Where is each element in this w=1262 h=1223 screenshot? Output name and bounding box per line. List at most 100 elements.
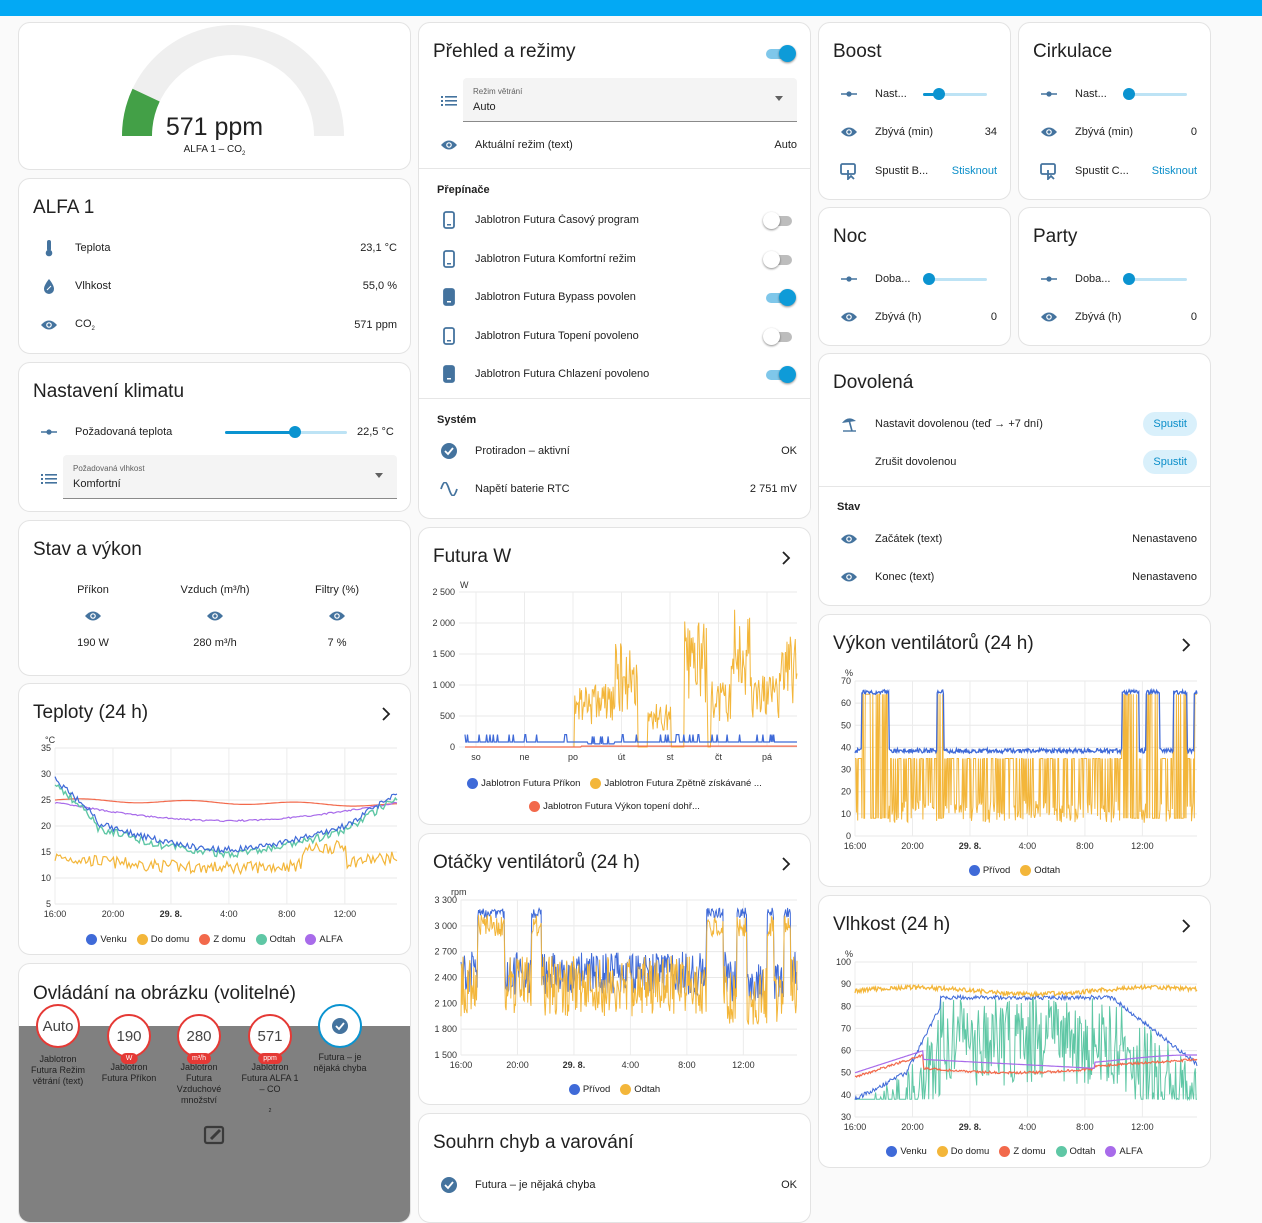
chevron-right-icon[interactable]	[1178, 637, 1194, 653]
legend-item[interactable]: Do domu	[136, 934, 189, 945]
legend-item[interactable]: Přívod	[968, 865, 1010, 876]
night-set-row[interactable]: Doba...	[819, 260, 1010, 298]
vacation-cancel-row[interactable]: Zrušit dovolenou Spustit	[819, 443, 1210, 481]
switch-row[interactable]: Jablotron Futura Topení povoleno	[419, 317, 810, 355]
vacation-start-row[interactable]: Začátek (text) Nenastaveno	[819, 520, 1210, 558]
chevron-right-icon[interactable]	[778, 856, 794, 872]
boost-remain-row[interactable]: Zbývá (min) 34	[819, 113, 1010, 151]
target-temp-row[interactable]: Požadovaná teplota 22,5 °C	[19, 413, 410, 451]
picture-elements-card: Ovládání na obrázku (volitelné) Auto Jabl…	[18, 963, 411, 1223]
ventilation-mode-select[interactable]: Režim větrání Auto	[463, 78, 797, 122]
x-tick-label: so	[471, 752, 481, 762]
divider	[419, 398, 810, 399]
legend-item[interactable]: Jablotron Futura Příkon	[467, 778, 580, 789]
circulation-set-row[interactable]: Nast...	[1019, 75, 1210, 113]
x-tick-label: út	[618, 752, 626, 762]
legend-item[interactable]: Do domu	[936, 1146, 989, 1157]
legend-item[interactable]: ALFA	[305, 934, 343, 945]
legend-item[interactable]: Odtah	[255, 934, 295, 945]
rtc-battery-row[interactable]: Napětí baterie RTC 2 751 mV	[419, 470, 810, 508]
party-remain-row[interactable]: Zbývá (h) 0	[1019, 298, 1210, 336]
state-badge[interactable]: Futura – je nějaká chyba	[304, 1004, 376, 1074]
series-prikon	[464, 734, 797, 745]
party-slider[interactable]	[1123, 269, 1187, 289]
chevron-right-icon[interactable]	[378, 706, 394, 722]
circulation-remain-row[interactable]: Zbývá (min) 0	[1019, 113, 1210, 151]
switch-toggle[interactable]	[763, 327, 794, 345]
co2-gauge-card[interactable]: 571 ppm ALFA 1 – CO2	[18, 22, 411, 170]
switch-row[interactable]: Jablotron Futura Časový program	[419, 201, 810, 239]
chevron-right-icon[interactable]	[778, 550, 794, 566]
y-tick-label: 20	[41, 821, 51, 831]
legend-item[interactable]: Venku	[886, 1146, 927, 1157]
circulation-slider[interactable]	[1123, 84, 1187, 104]
y-tick-label: 1 500	[432, 649, 455, 659]
switch-toggle[interactable]	[764, 366, 796, 383]
night-remain-row[interactable]: Zbývá (h) 0	[819, 298, 1010, 336]
legend-item[interactable]: Odtah	[1055, 1146, 1095, 1157]
vacation-end-row[interactable]: Konec (text) Nenastaveno	[819, 558, 1210, 596]
boost-set-row[interactable]: Nast...	[819, 75, 1010, 113]
futura-w-chart-card[interactable]: Futura W 2 500 2 000 1 500 1 000 500 0 so ne po ú…	[418, 527, 811, 825]
legend-item[interactable]: Z domu	[999, 1146, 1046, 1157]
card-title: Nastavení klimatu	[33, 381, 185, 402]
x-tick-label: 16:00	[844, 841, 867, 851]
switch-row[interactable]: Jablotron Futura Chlazení povoleno	[419, 355, 810, 393]
switch-toggle[interactable]	[764, 289, 796, 306]
eye-icon	[837, 527, 861, 551]
temperature-chart: 353025201510516:00 20:00 29. 8. 4:00 8:00 12:…	[41, 736, 398, 919]
y-tick-label: 2 700	[434, 947, 457, 957]
stat-filters[interactable]: Filtry (%) 7 %	[282, 584, 392, 649]
alfa1-humidity-row[interactable]: Vlhkost 55,0 %	[19, 267, 410, 305]
legend-item[interactable]: Z domu	[199, 934, 246, 945]
radon-row[interactable]: Protiradon – aktivní OK	[419, 432, 810, 470]
edit-icon[interactable]	[203, 1124, 227, 1148]
target-humidity-select[interactable]: Požadovaná vlhkost Komfortní	[63, 455, 397, 499]
chevron-right-icon[interactable]	[1178, 918, 1194, 934]
error-row[interactable]: Futura – je nějaká chyba OK	[419, 1166, 810, 1204]
unit-label: %	[845, 949, 853, 959]
vacation-cancel-button[interactable]: Spustit	[1143, 450, 1197, 474]
current-mode-row[interactable]: Aktuální režim (text) Auto	[419, 126, 810, 164]
check-circle-icon	[437, 1173, 461, 1197]
alfa1-co2-row[interactable]: CO2 571 ppm	[19, 306, 410, 344]
circulation-run-row[interactable]: Spustit C... Stisknout	[1019, 152, 1210, 190]
alfa1-temp-row[interactable]: Teplota 23,1 °C	[19, 229, 410, 267]
state-badge[interactable]: 280 m³/h Jablotron Futura Vzduchové množst…	[163, 1004, 235, 1106]
state-badge[interactable]: 571 ppm Jablotron Futura ALFA 1 – CO 2	[234, 1004, 306, 1114]
boost-slider[interactable]	[923, 84, 987, 104]
legend-item[interactable]: Venku	[86, 934, 127, 945]
fan-power-chart-card[interactable]: Výkon ventilátorů (24 h) 70 60 50 40 30 20 10 0…	[818, 614, 1211, 887]
boost-run-row[interactable]: Spustit B... Stisknout	[819, 152, 1010, 190]
switch-row[interactable]: Jablotron Futura Bypass povolen	[419, 278, 810, 316]
x-tick-label: pá	[762, 752, 772, 762]
overview-master-toggle[interactable]	[764, 45, 796, 62]
switch-toggle[interactable]	[763, 212, 794, 229]
legend-item[interactable]: Jablotron Futura Výkon topení dohř...	[529, 801, 700, 812]
state-badge[interactable]: Auto Jablotron Futura Režim větrání (text…	[22, 1004, 94, 1087]
boost-run-button[interactable]: Stisknout	[952, 165, 997, 177]
vacation-start-button[interactable]: Spustit	[1143, 412, 1197, 436]
legend-item[interactable]: Přívod	[568, 1084, 610, 1095]
legend-item[interactable]: Odtah	[620, 1084, 660, 1095]
party-set-row[interactable]: Doba...	[1019, 260, 1210, 298]
temperature-chart-card[interactable]: Teploty (24 h) 35 30 25 20 15 10 5 16:00 20:00 29…	[18, 683, 411, 955]
stat-airflow[interactable]: Vzduch (m³/h) 280 m³/h	[160, 584, 270, 649]
phone-icon	[437, 324, 461, 348]
check-circle-icon	[437, 439, 461, 463]
target-temp-slider[interactable]	[225, 422, 347, 442]
vacation-set-row[interactable]: Nastavit dovolenou (teď → +7 dní) Spusti…	[819, 405, 1210, 443]
y-tick-label: 60	[841, 698, 851, 708]
switch-toggle[interactable]	[763, 250, 794, 268]
y-tick-label: 40	[841, 1090, 851, 1100]
night-slider[interactable]	[923, 269, 987, 289]
stat-power[interactable]: Příkon 190 W	[38, 584, 148, 649]
legend-item[interactable]: Jablotron Futura Zpětně získávané ...	[590, 778, 762, 789]
switch-row[interactable]: Jablotron Futura Komfortní režim	[419, 240, 810, 278]
state-badge[interactable]: 190 W Jablotron Futura Příkon	[93, 1004, 165, 1084]
fan-speed-chart-card[interactable]: Otáčky ventilátorů (24 h) 3 300 3 000 2 70…	[418, 833, 811, 1105]
circulation-run-button[interactable]: Stisknout	[1152, 165, 1197, 177]
legend-item[interactable]: ALFA	[1105, 1146, 1143, 1157]
humidity-chart-card[interactable]: Vlhkost (24 h) 100 90 80 70 60 50 40 30 16:00 20:…	[818, 895, 1211, 1168]
legend-item[interactable]: Odtah	[1020, 865, 1060, 876]
